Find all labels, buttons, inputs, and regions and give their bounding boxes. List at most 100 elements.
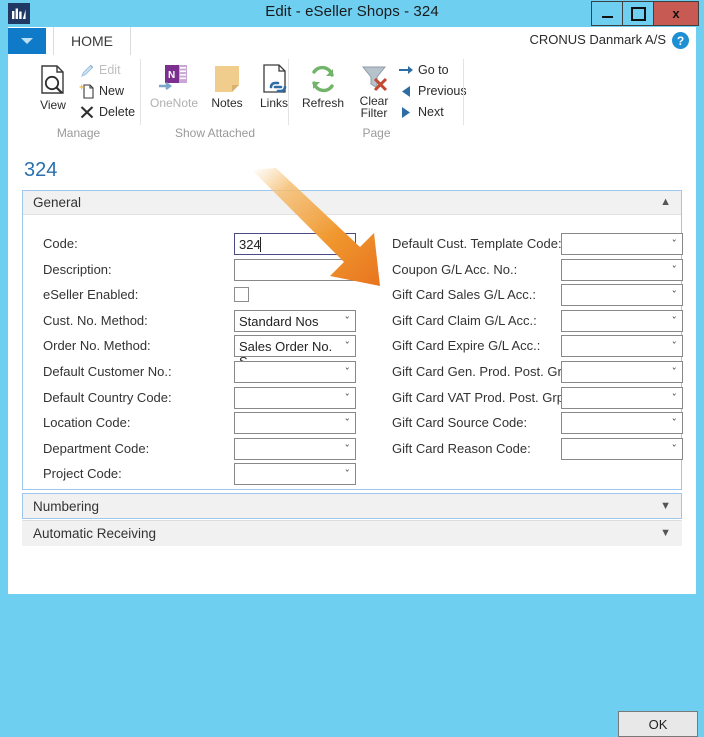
section-numbering[interactable]: Numbering ▼ xyxy=(22,493,682,519)
checkbox-eseller-enabled[interactable] xyxy=(234,287,249,303)
delete-button-label: Delete xyxy=(99,105,136,119)
dropdown-field[interactable]: ˇ xyxy=(561,309,683,332)
new-button-label: New xyxy=(99,84,125,98)
ribbon-group-show-attached: N OneNote Notes Links Show Attached xyxy=(141,55,289,143)
field-row: Gift Card Reason Code: ˇ xyxy=(392,437,683,460)
chevron-down-icon[interactable]: ˇ xyxy=(345,417,351,431)
page-search-icon xyxy=(41,65,64,94)
chevron-down-icon[interactable]: ˇ xyxy=(672,264,678,278)
chevron-down-icon[interactable]: ▼ xyxy=(660,500,671,512)
chevron-down-icon[interactable]: ˇ xyxy=(345,340,351,354)
chevron-down-icon[interactable]: ˇ xyxy=(345,366,351,380)
field-label: Project Code: xyxy=(43,466,122,482)
chevron-down-icon[interactable]: ˇ xyxy=(345,315,351,329)
chevron-down-icon[interactable]: ˇ xyxy=(345,468,351,482)
previous-button[interactable]: Previous xyxy=(397,83,467,99)
dropdown-field[interactable]: ˇ xyxy=(234,386,356,409)
group-separator xyxy=(463,59,464,125)
field-row: Gift Card Sales G/L Acc.: ˇ xyxy=(392,284,683,307)
onenote-button[interactable]: N OneNote xyxy=(145,63,203,109)
link-page-icon xyxy=(263,64,287,93)
field-row: eSeller Enabled: xyxy=(43,284,356,306)
chevron-down-icon[interactable]: ˇ xyxy=(672,340,678,354)
clear-filter-button[interactable]: Clear Filter xyxy=(351,63,397,119)
next-button[interactable]: Next xyxy=(397,104,444,120)
dropdown-field[interactable]: ˇ xyxy=(561,361,683,383)
section-automatic-receiving[interactable]: Automatic Receiving ▼ xyxy=(22,520,682,546)
section-numbering-label: Numbering xyxy=(33,499,100,514)
field-label: Gift Card Source Code: xyxy=(392,415,528,431)
field-label: eSeller Enabled: xyxy=(43,287,139,303)
refresh-icon xyxy=(312,65,334,93)
tab-home[interactable]: HOME xyxy=(53,27,131,55)
ribbon-tab-row: HOME CRONUS Danmark A/S ? xyxy=(8,27,696,55)
section-general-header[interactable]: General ▲ xyxy=(23,191,681,215)
field-label: Gift Card Reason Code: xyxy=(392,440,531,456)
field-row: Gift Card Gen. Prod. Post. Grp: ˇ xyxy=(392,361,683,383)
dropdown-field[interactable]: ˇ xyxy=(561,386,683,409)
title-bar: Edit - eSeller Shops - 324 x xyxy=(0,0,704,27)
chevron-down-icon[interactable]: ˇ xyxy=(672,289,678,303)
refresh-button[interactable]: Refresh xyxy=(295,63,351,109)
section-general: General ▲ Code: 324 Description: eSeller En… xyxy=(22,190,683,490)
chevron-down-icon[interactable]: ˇ xyxy=(672,238,678,252)
go-to-button[interactable]: Go to xyxy=(397,62,449,78)
arrow-right-icon xyxy=(397,62,415,78)
previous-button-label: Previous xyxy=(418,84,467,98)
chevron-down-icon[interactable]: ˇ xyxy=(672,392,678,406)
ribbon-group-manage: View Edit New Delete Manage xyxy=(16,55,141,143)
field-row: Project Code: ˇ xyxy=(43,463,356,486)
quick-access-toolbar-button[interactable] xyxy=(8,28,46,54)
chevron-down-icon xyxy=(21,38,33,44)
dropdown-field[interactable]: ˇ xyxy=(561,233,683,255)
close-button[interactable]: x xyxy=(653,1,699,26)
maximize-button[interactable] xyxy=(622,1,654,26)
notes-button[interactable]: Notes xyxy=(203,63,251,109)
page-content: 324 General ▲ Code: 324 Description: eSelle… xyxy=(8,145,698,737)
minimize-button[interactable] xyxy=(591,1,623,26)
text-field[interactable] xyxy=(234,258,356,281)
edit-button[interactable]: Edit xyxy=(78,62,121,78)
chevron-down-icon[interactable]: ˇ xyxy=(672,366,678,380)
dropdown-field[interactable]: Standard Nos ˇ xyxy=(234,309,356,332)
triangle-right-icon xyxy=(397,104,415,120)
dropdown-field[interactable]: ˇ xyxy=(234,463,356,486)
chevron-up-icon[interactable]: ▲ xyxy=(660,196,671,208)
onenote-button-label: OneNote xyxy=(149,96,199,110)
dropdown-field[interactable]: ˇ xyxy=(561,284,683,307)
triangle-left-icon xyxy=(397,83,415,99)
dropdown-field[interactable]: ˇ xyxy=(561,437,683,460)
ok-button[interactable]: OK xyxy=(618,711,698,737)
application-window: Edit - eSeller Shops - 324 x HOME CRONUS… xyxy=(0,0,704,737)
help-icon[interactable]: ? xyxy=(672,32,689,49)
chevron-down-icon[interactable]: ˇ xyxy=(345,443,351,457)
chevron-down-icon[interactable]: ˇ xyxy=(345,392,351,406)
field-label: Coupon G/L Acc. No.: xyxy=(392,261,518,277)
chevron-down-icon[interactable]: ˇ xyxy=(672,443,678,457)
field-row: Gift Card VAT Prod. Post. Grp: ˇ xyxy=(392,386,683,409)
field-label: Gift Card VAT Prod. Post. Grp: xyxy=(392,389,568,405)
field-label: Default Customer No.: xyxy=(43,364,172,379)
chevron-down-icon[interactable]: ˇ xyxy=(672,315,678,329)
dropdown-field[interactable]: ˇ xyxy=(234,361,356,383)
field-row: Order No. Method: Sales Order No. S...ˇ xyxy=(43,335,356,369)
svg-text:N: N xyxy=(168,70,175,81)
field-row: Description: xyxy=(43,258,356,281)
view-button[interactable]: View xyxy=(30,63,76,111)
dropdown-field[interactable]: ˇ xyxy=(234,437,356,460)
dropdown-field[interactable]: ˇ xyxy=(561,335,683,358)
dropdown-field[interactable]: ˇ xyxy=(561,412,683,435)
delete-button[interactable]: Delete xyxy=(78,104,135,120)
field-row: Location Code: ˇ xyxy=(43,412,356,435)
text-field[interactable]: 324 xyxy=(234,233,356,255)
chevron-down-icon[interactable]: ▼ xyxy=(660,527,671,539)
sticky-note-icon xyxy=(215,66,239,92)
dropdown-field[interactable]: Sales Order No. S...ˇ xyxy=(234,335,356,369)
chevron-down-icon[interactable]: ˇ xyxy=(672,417,678,431)
maximize-icon xyxy=(630,6,646,21)
dropdown-field[interactable]: ˇ xyxy=(234,412,356,435)
dropdown-field[interactable]: ˇ xyxy=(561,258,683,281)
new-button[interactable]: New xyxy=(78,83,124,99)
field-value: 324 xyxy=(239,237,261,252)
field-label: Description: xyxy=(43,261,112,277)
